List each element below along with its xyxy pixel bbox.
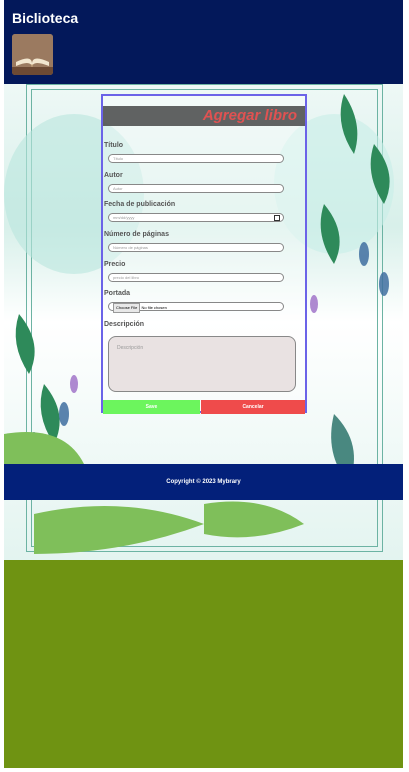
title-input[interactable]: Título bbox=[108, 154, 284, 163]
title-label: Título bbox=[104, 142, 124, 149]
green-section bbox=[4, 560, 403, 768]
author-label: Autor bbox=[104, 172, 123, 179]
form-title: Agregar libro bbox=[103, 106, 305, 126]
cover-file-input[interactable]: Choose File No file chosen bbox=[108, 302, 284, 313]
author-input[interactable]: Autor bbox=[108, 184, 284, 193]
calendar-icon[interactable] bbox=[274, 215, 280, 221]
description-label: Descripción bbox=[104, 321, 145, 328]
save-button[interactable]: Save bbox=[103, 400, 200, 414]
price-input[interactable]: precio del libro bbox=[108, 273, 284, 282]
site-title: Biclioteca bbox=[12, 10, 79, 26]
price-label: Precio bbox=[104, 261, 126, 268]
publication-date-label: Fecha de publicación bbox=[104, 201, 176, 208]
book-logo-icon bbox=[12, 34, 53, 75]
cancel-button[interactable]: Cancelar bbox=[201, 400, 305, 414]
add-book-form: Agregar libro Título Título Autor Autor … bbox=[101, 94, 307, 414]
footer: Copyright © 2023 Mybrary bbox=[4, 464, 403, 500]
description-textarea[interactable]: Descripción bbox=[108, 336, 296, 392]
publication-date-input[interactable]: mm/dd/yyyy bbox=[108, 213, 284, 222]
date-placeholder: mm/dd/yyyy bbox=[113, 215, 135, 220]
page-count-input[interactable]: Número de páginas bbox=[108, 243, 284, 252]
app: Biclioteca Agregar libro Título Título A… bbox=[4, 0, 403, 768]
file-status: No file chosen bbox=[141, 305, 167, 310]
page-count-label: Número de páginas bbox=[104, 231, 169, 238]
choose-file-button[interactable]: Choose File bbox=[113, 303, 141, 313]
copyright-text: Copyright © 2023 Mybrary bbox=[166, 479, 241, 485]
cover-label: Portada bbox=[104, 290, 131, 297]
top-header: Biclioteca bbox=[4, 0, 403, 84]
